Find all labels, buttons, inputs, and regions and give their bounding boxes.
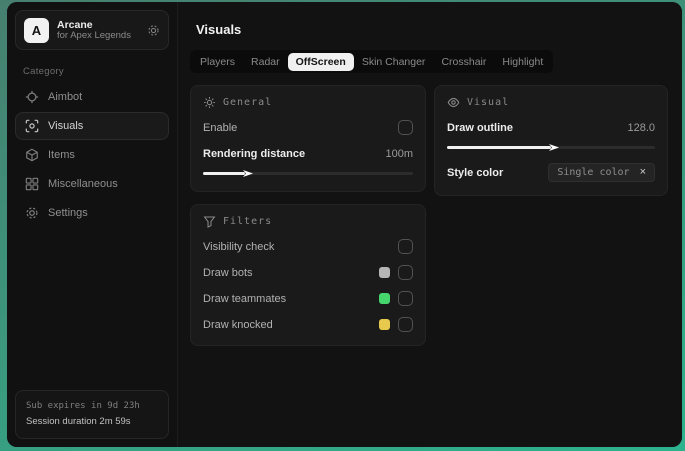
app-logo: A: [24, 17, 49, 43]
cube-icon: [25, 148, 39, 162]
style-color-select[interactable]: Single color ×: [548, 163, 655, 182]
sidebar-item-label: Settings: [48, 207, 88, 219]
sidebar-item-label: Aimbot: [48, 91, 83, 103]
draw-bots-checkbox[interactable]: [398, 265, 413, 280]
visual-panel: Visual Draw outline 128.0 Style color Si…: [434, 85, 668, 196]
draw-knocked-checkbox[interactable]: [398, 317, 413, 332]
funnel-icon: [203, 215, 216, 228]
tab-radar[interactable]: Radar: [243, 53, 288, 71]
gear-icon[interactable]: [147, 24, 160, 37]
sidebar-item-settings[interactable]: Settings: [15, 199, 169, 227]
sun-icon: [203, 96, 216, 109]
tab-offscreen[interactable]: OffScreen: [287, 52, 354, 71]
sidebar-item-label: Visuals: [48, 120, 84, 132]
sidebar-item-miscellaneous[interactable]: Miscellaneous: [15, 170, 169, 198]
sidebar-item-aimbot[interactable]: Aimbot: [15, 83, 169, 111]
style-color-value: Single color: [557, 167, 630, 178]
page-title: Visuals: [196, 22, 242, 37]
filters-panel: Filters Visibility check Draw bots Draw …: [190, 204, 426, 346]
enable-checkbox[interactable]: [398, 120, 413, 135]
subscription-info-card: Sub expires in 9d 23h Session duration 2…: [15, 389, 169, 439]
draw-teammates-color-swatch[interactable]: [379, 293, 390, 304]
rendering-distance-value: 100m: [385, 147, 413, 160]
app-name: Arcane: [57, 18, 93, 31]
app-subtitle: for Apex Legends: [57, 29, 131, 41]
sidebar-item-items[interactable]: Items: [15, 141, 169, 169]
grid-icon: [25, 177, 39, 191]
main-content: Visuals Players Radar OffScreen Skin Cha…: [178, 2, 682, 447]
general-panel: General Enable Rendering distance 100m: [190, 85, 426, 192]
rendering-distance-slider[interactable]: [203, 169, 413, 178]
draw-bots-color-swatch[interactable]: [379, 267, 390, 278]
panels-area: General Enable Rendering distance 100m F…: [190, 85, 670, 346]
draw-outline-value: 128.0: [627, 121, 655, 134]
app-window: A Arcane for Apex Legends Category Aimbo…: [7, 2, 682, 447]
draw-bots-label: Draw bots: [203, 266, 253, 279]
gear-icon: [25, 206, 39, 220]
draw-outline-slider[interactable]: [447, 143, 655, 152]
panel-title: Visual: [467, 97, 510, 108]
draw-teammates-checkbox[interactable]: [398, 291, 413, 306]
draw-knocked-label: Draw knocked: [203, 318, 273, 331]
visibility-check-checkbox[interactable]: [398, 239, 413, 254]
sidebar: A Arcane for Apex Legends Category Aimbo…: [7, 2, 178, 447]
sidebar-item-visuals[interactable]: Visuals: [15, 112, 169, 140]
visibility-check-label: Visibility check: [203, 240, 275, 253]
tab-players[interactable]: Players: [192, 53, 243, 71]
enable-label: Enable: [203, 121, 238, 134]
tab-crosshair[interactable]: Crosshair: [433, 53, 494, 71]
session-duration-text: Session duration 2m 59s: [26, 415, 131, 427]
crosshair-icon: [25, 90, 39, 104]
draw-outline-label: Draw outline: [447, 121, 514, 134]
tab-bar: Players Radar OffScreen Skin Changer Cro…: [190, 50, 554, 73]
panel-title: General: [223, 97, 273, 108]
draw-knocked-color-swatch[interactable]: [379, 319, 390, 330]
rendering-distance-label: Rendering distance: [203, 147, 306, 160]
draw-teammates-label: Draw teammates: [203, 292, 287, 305]
sidebar-item-label: Items: [48, 149, 75, 161]
panel-title: Filters: [223, 216, 273, 227]
eye-icon: [447, 96, 460, 109]
close-icon[interactable]: ×: [640, 167, 646, 178]
category-label: Category: [23, 66, 64, 77]
app-header-card: A Arcane for Apex Legends: [15, 10, 169, 50]
sub-expires-text: Sub expires in 9d 23h: [26, 400, 140, 411]
sidebar-item-label: Miscellaneous: [48, 178, 118, 190]
scan-eye-icon: [25, 119, 39, 133]
tab-highlight[interactable]: Highlight: [494, 53, 551, 71]
style-color-label: Style color: [447, 166, 504, 179]
tab-skin-changer[interactable]: Skin Changer: [354, 53, 434, 71]
